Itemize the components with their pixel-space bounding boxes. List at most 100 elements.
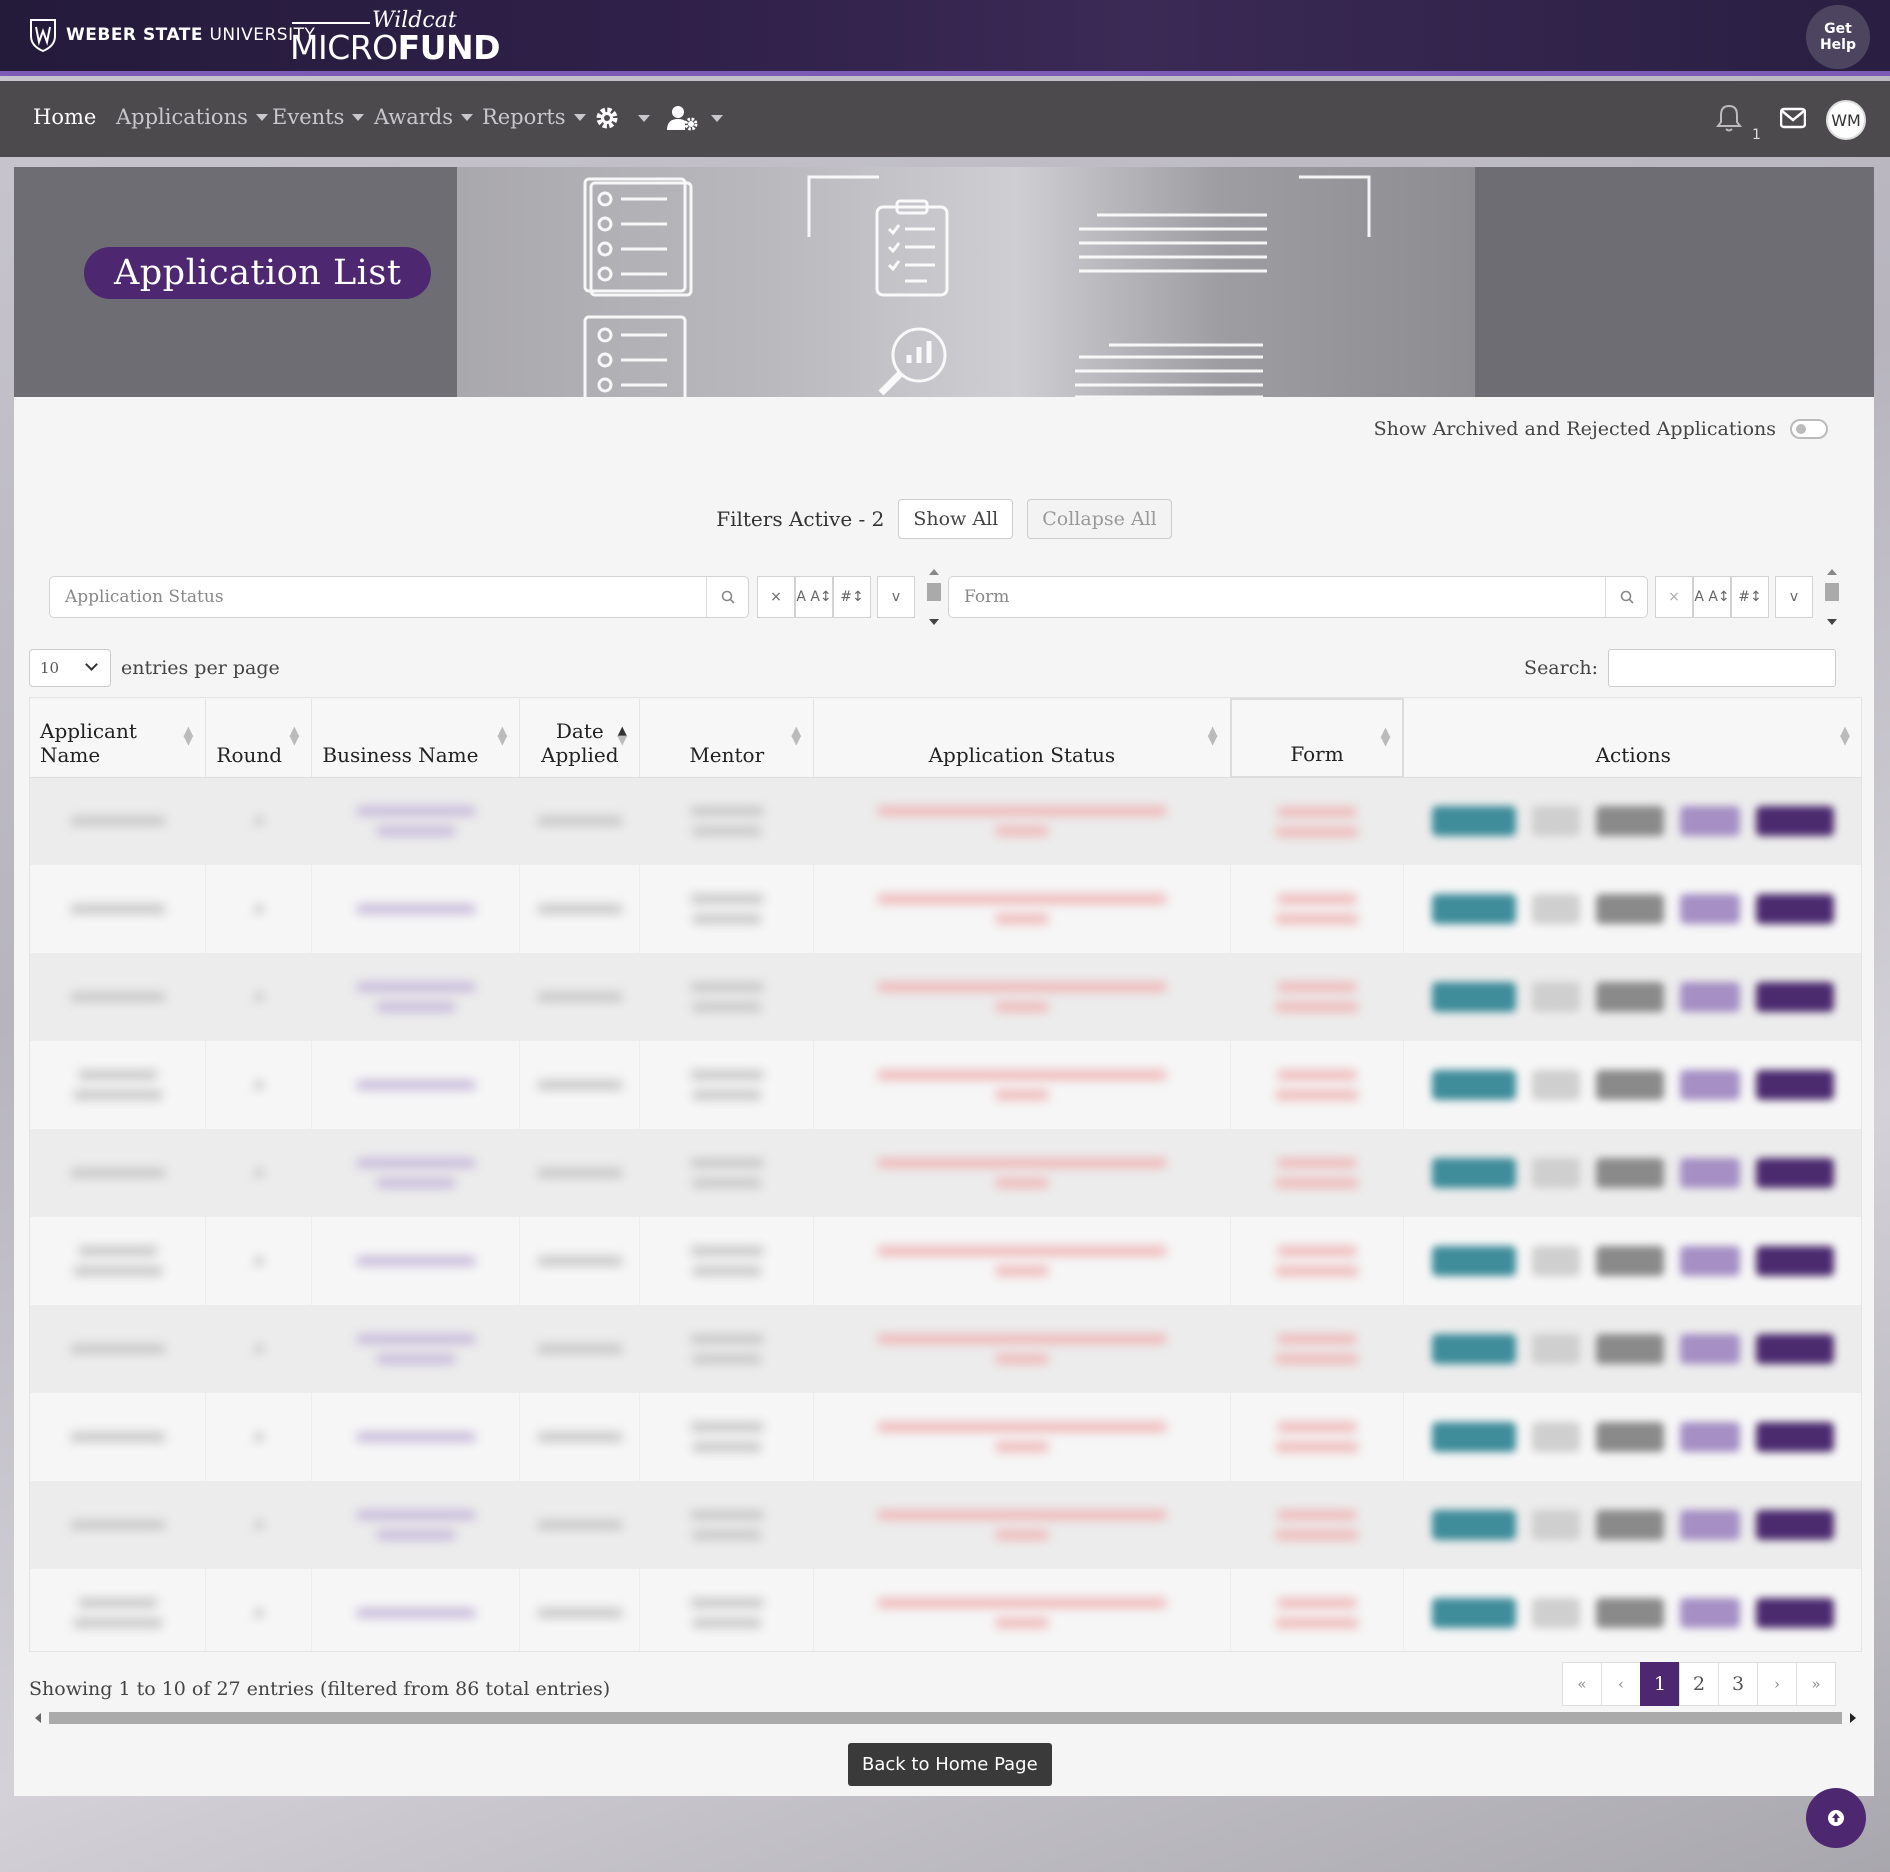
page-3[interactable]: 3 (1718, 1662, 1758, 1706)
scroll-right-arrow[interactable] (1850, 1713, 1856, 1723)
row-action-button-2[interactable] (1531, 982, 1580, 1012)
row-action-button-3[interactable] (1595, 1510, 1664, 1540)
col-business-name[interactable]: Business Name ▲ ▼ (311, 699, 521, 778)
entries-per-page-select[interactable]: 10 (29, 649, 111, 687)
nav-reports[interactable]: Reports (482, 105, 586, 129)
numeric-sort-button[interactable]: #↕ (1731, 576, 1769, 618)
row-action-button-4[interactable] (1679, 1510, 1740, 1540)
row-action-button-1[interactable] (1431, 894, 1516, 924)
scroll-up-arrow[interactable] (1827, 569, 1837, 575)
row-action-button-1[interactable] (1431, 806, 1516, 837)
row-action-button-4[interactable] (1679, 1246, 1740, 1276)
row-action-button-3[interactable] (1595, 1246, 1664, 1276)
nav-applications[interactable]: Applications (116, 105, 268, 129)
row-action-button-1[interactable] (1431, 1510, 1516, 1540)
collapse-all-button[interactable]: Collapse All (1027, 499, 1172, 539)
table-row[interactable] (30, 1217, 1861, 1305)
row-action-button-5[interactable] (1755, 1334, 1834, 1364)
row-action-button-4[interactable] (1679, 1070, 1740, 1100)
nav-home[interactable]: Home (33, 105, 96, 129)
scroll-thumb[interactable] (927, 583, 941, 601)
row-action-button-1[interactable] (1431, 1246, 1516, 1276)
expand-filter-button[interactable]: v (1775, 576, 1813, 618)
table-row[interactable] (30, 953, 1861, 1041)
col-mentor[interactable]: Mentor ▲ ▼ (639, 699, 815, 778)
row-action-button-4[interactable] (1679, 982, 1740, 1012)
form-filter[interactable]: Form (948, 576, 1648, 618)
row-action-button-4[interactable] (1679, 894, 1740, 924)
row-action-button-2[interactable] (1531, 894, 1580, 924)
row-action-button-3[interactable] (1595, 1334, 1664, 1364)
page-2[interactable]: 2 (1679, 1662, 1719, 1706)
col-round[interactable]: Round ▲ ▼ (205, 699, 313, 778)
row-action-button-4[interactable] (1679, 1598, 1740, 1628)
search-icon[interactable] (706, 577, 748, 617)
row-action-button-5[interactable] (1755, 894, 1834, 924)
messages-button[interactable] (1780, 107, 1806, 129)
row-action-button-5[interactable] (1755, 1422, 1834, 1452)
university-logo[interactable]: WEBER STATE UNIVERSITY (30, 18, 315, 52)
row-action-button-5[interactable] (1755, 1158, 1834, 1188)
table-row[interactable] (30, 1569, 1861, 1651)
row-action-button-4[interactable] (1679, 806, 1740, 837)
avatar[interactable]: WM (1826, 100, 1866, 140)
nav-events[interactable]: Events (272, 105, 365, 129)
row-action-button-3[interactable] (1595, 1422, 1664, 1452)
row-action-button-2[interactable] (1531, 1070, 1580, 1100)
nav-awards[interactable]: Awards (374, 105, 473, 129)
scroll-up-arrow[interactable] (929, 569, 939, 575)
row-action-button-1[interactable] (1431, 1334, 1516, 1364)
page-1[interactable]: 1 (1640, 1662, 1680, 1706)
row-action-button-2[interactable] (1531, 1510, 1580, 1540)
search-input[interactable] (1608, 649, 1836, 687)
notifications-button[interactable] (1716, 103, 1742, 133)
page-last[interactable]: » (1796, 1662, 1836, 1706)
numeric-sort-button[interactable]: #↕ (833, 576, 871, 618)
cell-business-name[interactable] (311, 1217, 521, 1305)
col-applicant-name[interactable]: Applicant Name ▲ ▼ (30, 699, 207, 778)
row-action-button-1[interactable] (1431, 1422, 1516, 1452)
row-action-button-3[interactable] (1595, 1158, 1664, 1188)
cell-business-name[interactable] (311, 1041, 521, 1129)
row-action-button-2[interactable] (1531, 1334, 1580, 1364)
row-action-button-2[interactable] (1531, 1246, 1580, 1276)
cell-business-name[interactable] (311, 1481, 521, 1569)
scroll-down-arrow[interactable] (1827, 619, 1837, 625)
row-action-button-1[interactable] (1431, 1598, 1516, 1628)
cell-business-name[interactable] (311, 1569, 521, 1651)
search-icon[interactable] (1605, 577, 1647, 617)
row-action-button-5[interactable] (1755, 1246, 1834, 1276)
cell-business-name[interactable] (311, 865, 521, 953)
row-action-button-3[interactable] (1595, 894, 1664, 924)
row-action-button-5[interactable] (1755, 1598, 1834, 1628)
row-action-button-1[interactable] (1431, 982, 1516, 1012)
table-row[interactable] (30, 777, 1861, 865)
archived-toggle-switch[interactable] (1790, 419, 1828, 439)
row-action-button-2[interactable] (1531, 806, 1580, 837)
scroll-thumb[interactable] (1825, 583, 1839, 601)
get-help-button[interactable]: Get Help (1806, 5, 1870, 69)
table-row[interactable] (30, 1129, 1861, 1217)
table-row[interactable] (30, 1393, 1861, 1481)
clear-filter-button[interactable]: × (1655, 576, 1693, 618)
cell-business-name[interactable] (311, 953, 521, 1041)
col-actions[interactable]: Actions ▲ ▼ (1403, 699, 1861, 778)
alpha-sort-button[interactable]: A A↕ (1693, 576, 1731, 618)
horizontal-scrollbar[interactable] (29, 1710, 1862, 1726)
row-action-button-1[interactable] (1431, 1158, 1516, 1188)
cell-business-name[interactable] (311, 1305, 521, 1393)
row-action-button-5[interactable] (1755, 982, 1834, 1012)
row-action-button-5[interactable] (1755, 806, 1834, 837)
show-all-button[interactable]: Show All (898, 499, 1014, 539)
table-row[interactable] (30, 1041, 1861, 1129)
cell-business-name[interactable] (311, 1393, 521, 1481)
page-first[interactable]: « (1562, 1662, 1602, 1706)
row-action-button-4[interactable] (1679, 1334, 1740, 1364)
row-action-button-2[interactable] (1531, 1598, 1580, 1628)
filter-scrollbar[interactable] (926, 569, 942, 625)
col-application-status[interactable]: Application Status ▲ ▼ (813, 699, 1232, 778)
row-action-button-2[interactable] (1531, 1158, 1580, 1188)
filter-scrollbar[interactable] (1824, 569, 1840, 625)
cell-business-name[interactable] (311, 777, 521, 865)
row-action-button-3[interactable] (1595, 806, 1664, 837)
